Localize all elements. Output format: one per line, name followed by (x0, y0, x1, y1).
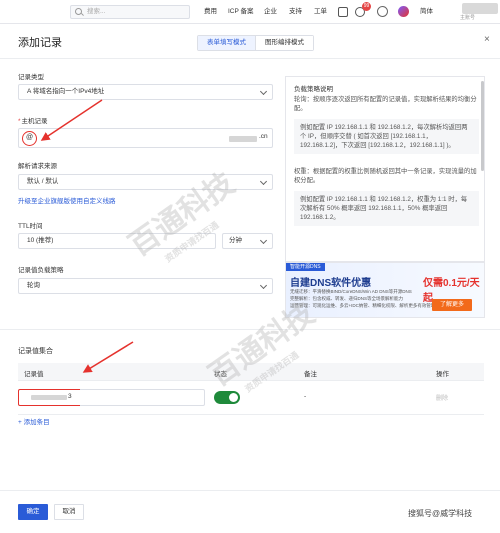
ttl-value-select[interactable]: 10 (推荐) (18, 233, 216, 249)
search-placeholder: 搜索... (87, 8, 106, 15)
section-divider (0, 329, 500, 330)
banner-line-3: 运营管理：可观化运维、多云+IDC纳管、精细化权限、解析更多有效管理 (290, 303, 436, 308)
nav-item-ticket[interactable]: 工单 (314, 0, 327, 24)
top-bar: 搜索... 费用 ICP 备案 企业 支持 工单 99 简体 主账号 (0, 0, 500, 24)
ttl-label: TTL时间 (18, 223, 43, 230)
record-value-suffix: 3 (68, 393, 72, 400)
chevron-down-icon (259, 177, 268, 186)
banner-tag: 智能开源DNS (286, 263, 325, 271)
nav-item-icp[interactable]: ICP 备案 (228, 0, 254, 24)
record-value-input-extension[interactable] (80, 389, 205, 406)
delete-link[interactable]: 删除 (436, 393, 448, 402)
help-round-robin-example: 例如配置 IP 192.168.1.1 和 192.168.1.2，每次解析均返… (294, 119, 479, 154)
status-toggle[interactable] (214, 391, 240, 404)
learn-more-button[interactable]: 了解更多 (432, 299, 473, 311)
dialog-title: 添加记录 (18, 37, 62, 49)
record-type-label: 记录类型 (18, 74, 44, 81)
table-header: 记录值 状态 备注 操作 (18, 363, 484, 381)
dialog-footer: 确定 取消 搜狐号@威学科技 (0, 490, 500, 533)
record-type-select[interactable]: A 将域名指向一个IPv4地址 (18, 84, 273, 100)
domain-suffix: .cn (259, 133, 268, 140)
banner-title: 自建DNS软件优惠 (290, 278, 372, 289)
line-select[interactable]: 默认 / 默认 (18, 174, 273, 190)
col-remark: 备注 (304, 371, 317, 378)
chevron-down-icon (259, 281, 268, 290)
confirm-button[interactable]: 确定 (18, 504, 48, 520)
ttl-value: 10 (推荐) (27, 237, 54, 244)
host-record-label-text: 主机记录 (21, 118, 48, 125)
tab-graph-mode[interactable]: 图形编排模式 (256, 36, 313, 50)
search-icon (75, 8, 82, 15)
help-title: 负载策略说明 (294, 86, 333, 93)
help-weight-example: 例如配置 IP 192.168.1.1 和 192.168.1.2，权重为 1:… (294, 191, 479, 226)
message-icon[interactable] (338, 7, 348, 17)
nav-item-support[interactable]: 支持 (289, 0, 302, 24)
records-section-title: 记录值集合 (18, 348, 53, 355)
account-name[interactable] (462, 3, 498, 14)
upgrade-link[interactable]: 升级至企业旗舰版使用自定义线路 (18, 195, 116, 205)
corner-watermark: 搜狐号@威学科技 (408, 509, 473, 518)
help-round-robin: 轮询：按顺序逐次返回所有配置的记录值，实现解析结果的均衡分配。 (294, 96, 477, 112)
notification-badge: 99 (362, 2, 371, 11)
col-status: 状态 (214, 371, 227, 378)
banner-line-1: 无缝迁移：平滑替换BIND/CoreDNS/Win AD DNS等开源DNS (290, 289, 412, 294)
chevron-down-icon (259, 236, 268, 245)
add-entry-link[interactable]: + 添加条目 (18, 416, 50, 426)
record-type-value: A 将域名指向一个IPv4地址 (27, 88, 105, 95)
record-value-input[interactable]: 3 (18, 389, 82, 406)
add-record-dialog: 添加记录 表单填写模式 图形编排模式 × 记录类型 A 将域名指向一个IPv4地… (0, 24, 500, 533)
mode-tabs: 表单填写模式 图形编排模式 (197, 35, 314, 51)
chevron-down-icon (259, 87, 268, 96)
header-divider (0, 58, 500, 59)
help-scrollbar[interactable] (481, 81, 484, 171)
close-icon[interactable]: × (484, 34, 490, 45)
col-action: 操作 (436, 371, 449, 378)
lb-help-panel: 负载策略说明 轮询：按顺序逐次返回所有配置的记录值，实现解析结果的均衡分配。 例… (285, 76, 485, 262)
banner-line-2: 完整解析：包含权威、转发、递归DNS等全场景解析能力 (290, 296, 403, 301)
language-switch[interactable]: 简体 (420, 0, 433, 24)
ttl-unit-select[interactable]: 分钟 (222, 233, 273, 249)
table-row: 3 - 删除 (18, 381, 484, 415)
ttl-unit: 分钟 (229, 237, 242, 244)
promo-banner[interactable]: 智能开源DNS 自建DNS软件优惠 无缝迁移：平滑替换BIND/CoreDNS/… (285, 262, 485, 318)
line-label: 解析请求来源 (18, 163, 57, 170)
top-search-input[interactable]: 搜索... (70, 5, 190, 19)
help-weight: 权重：根据配置的权重比例随机返回其中一条记录，实现流量的加权分配。 (294, 168, 477, 184)
lb-policy-select[interactable]: 轮询 (18, 278, 273, 294)
nav-item-enterprise[interactable]: 企业 (264, 0, 277, 24)
lb-policy-label: 记录值负载策略 (18, 267, 64, 274)
line-value: 默认 / 默认 (27, 178, 59, 185)
host-record-label: *主机记录 (18, 118, 48, 125)
host-prefix-highlight: @ (22, 131, 37, 146)
account-type: 主账号 (460, 15, 476, 21)
col-record-value: 记录值 (24, 371, 44, 378)
domain-redacted (229, 136, 257, 142)
cancel-button[interactable]: 取消 (54, 504, 84, 520)
remark-cell: - (304, 393, 307, 400)
lb-policy-value: 轮询 (27, 282, 40, 289)
help-icon[interactable] (377, 6, 388, 17)
tab-form-mode[interactable]: 表单填写模式 (198, 36, 256, 50)
assistant-icon[interactable] (398, 6, 409, 17)
record-value-redacted (31, 395, 67, 400)
host-record-input[interactable]: @ .cn (18, 128, 273, 148)
nav-item-billing[interactable]: 费用 (204, 0, 217, 24)
